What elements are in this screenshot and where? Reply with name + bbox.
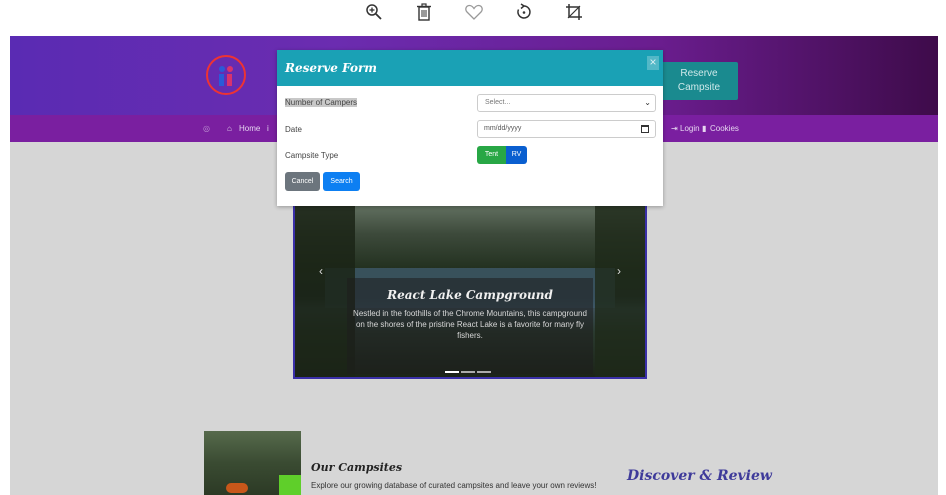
nav-home-link[interactable]: Home — [239, 124, 260, 133]
close-icon[interactable]: × — [647, 56, 659, 70]
carousel-indicator[interactable] — [461, 371, 475, 373]
rotate-icon[interactable] — [514, 2, 534, 22]
heart-icon[interactable] — [464, 2, 484, 22]
cookie-icon: ▮ — [702, 124, 707, 133]
modal-header: Reserve Form × — [277, 50, 663, 86]
rv-toggle-button[interactable]: RV — [506, 146, 527, 164]
calendar-icon[interactable] — [641, 125, 649, 133]
campers-select[interactable]: Select... ⌄ — [477, 94, 656, 112]
campers-select-value: Select... — [485, 99, 511, 106]
home-icon: ⌂ — [227, 124, 232, 133]
our-campsites-text: Explore our growing database of curated … — [311, 481, 597, 490]
campers-label: Number of Campers — [285, 98, 358, 107]
modal-title: Reserve Form — [285, 61, 377, 75]
trees-left-photo — [295, 198, 355, 377]
campfire-photo — [226, 483, 248, 493]
info-icon: i — [267, 124, 269, 133]
date-label: Date — [285, 125, 302, 134]
date-input[interactable]: mm/dd/yyyy — [477, 120, 656, 138]
date-input-placeholder: mm/dd/yyyy — [484, 125, 522, 132]
brand-icon[interactable]: ◎ — [203, 124, 210, 133]
discover-review-heading: Discover & Review — [627, 468, 772, 484]
campsite-photo — [204, 431, 301, 495]
campground-carousel[interactable]: ‹ › React Lake Campground Nestled in the… — [293, 196, 647, 379]
trash-icon[interactable] — [414, 2, 434, 22]
reserve-form-modal: Reserve Form × Number of Campers Select.… — [277, 50, 663, 206]
cancel-button[interactable]: Cancel — [285, 172, 320, 191]
carousel-next-icon[interactable]: › — [617, 264, 621, 278]
tent-photo — [279, 475, 301, 495]
trees-right-photo — [595, 198, 645, 377]
nav-login-link[interactable]: Login — [680, 124, 700, 133]
carousel-prev-icon[interactable]: ‹ — [319, 264, 323, 278]
site-logo[interactable] — [206, 55, 246, 95]
carousel-title: React Lake Campground — [387, 288, 553, 302]
campsite-type-label: Campsite Type — [285, 151, 339, 160]
carousel-indicator[interactable] — [477, 371, 491, 373]
carousel-text: Nestled in the foothills of the Chrome M… — [353, 309, 587, 340]
reserve-campsite-button[interactable]: Reserve Campsite — [660, 62, 738, 100]
login-icon: ⇥ — [671, 124, 678, 133]
carousel-indicator[interactable] — [445, 371, 459, 373]
our-campsites-heading: Our Campsites — [311, 461, 403, 474]
zoom-in-icon[interactable] — [364, 2, 384, 22]
viewer-toolbar — [0, 0, 946, 34]
chevron-down-icon: ⌄ — [644, 98, 651, 107]
nav-cookies-link[interactable]: Cookies — [710, 124, 739, 133]
search-button[interactable]: Search — [323, 172, 360, 191]
tent-toggle-button[interactable]: Tent — [477, 146, 506, 164]
carousel-indicators — [445, 360, 495, 373]
crop-icon[interactable] — [564, 2, 584, 22]
